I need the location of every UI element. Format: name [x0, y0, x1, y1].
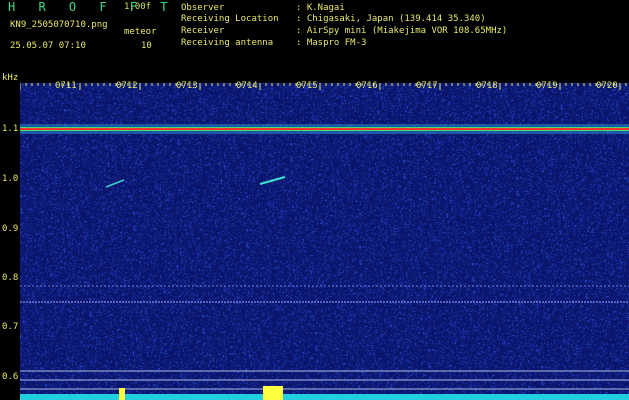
image-filename: KN9_2505070710.png — [10, 20, 108, 30]
freq-tick-label: 1.0 — [2, 174, 19, 184]
signal-burst — [263, 386, 283, 400]
time-tick-label: 0717 — [416, 81, 438, 91]
receiver-value: : AirSpy mini (Miakejima VOR 108.65MHz) — [296, 26, 508, 36]
freq-tick-label: 0.9 — [2, 224, 19, 234]
frequency-unit-label: kHz — [2, 73, 19, 83]
location-label: Receiving Location — [181, 14, 279, 24]
app-version: 1.00f — [124, 2, 152, 12]
observer-value: : K.Nagai — [296, 3, 345, 13]
spectrogram-overlay — [20, 83, 629, 400]
header-panel: H R O F F T 1.00f KN9_2505070710.png met… — [0, 0, 629, 72]
freq-tick-label: 0.7 — [2, 322, 19, 332]
meteor-echo — [105, 179, 125, 188]
time-tick-label: 0715 — [296, 81, 318, 91]
observer-label: Observer — [181, 3, 225, 13]
observation-datetime: 25.05.07 07:10 — [10, 41, 86, 51]
freq-tick-label: 0.6 — [2, 372, 19, 382]
time-tick-label: 0712 — [116, 81, 138, 91]
freq-tick-label: 1.1 — [2, 124, 19, 134]
location-value: : Chigasaki, Japan (139.414 35.340) — [296, 14, 486, 24]
freq-tick-label: 0.8 — [2, 273, 19, 283]
signal-strength-strip — [20, 394, 629, 400]
spectrogram — [20, 83, 629, 400]
time-tick-label: 0718 — [476, 81, 498, 91]
time-tick-label: 0711 — [55, 81, 77, 91]
antenna-label: Receiving antenna — [181, 38, 274, 48]
meteor-count-label: meteor — [124, 27, 157, 37]
time-tick-label: 0714 — [236, 81, 258, 91]
antenna-value: : Maspro FM-3 — [296, 38, 367, 48]
time-tick-label: 0713 — [176, 81, 198, 91]
time-tick-label: 0720 — [596, 81, 618, 91]
meteor-count-value: 10 — [141, 41, 152, 51]
meteor-echo — [259, 176, 286, 185]
signal-burst — [119, 388, 125, 400]
time-tick-label: 0716 — [356, 81, 378, 91]
time-tick-label: 0719 — [536, 81, 558, 91]
receiver-label: Receiver — [181, 26, 225, 36]
